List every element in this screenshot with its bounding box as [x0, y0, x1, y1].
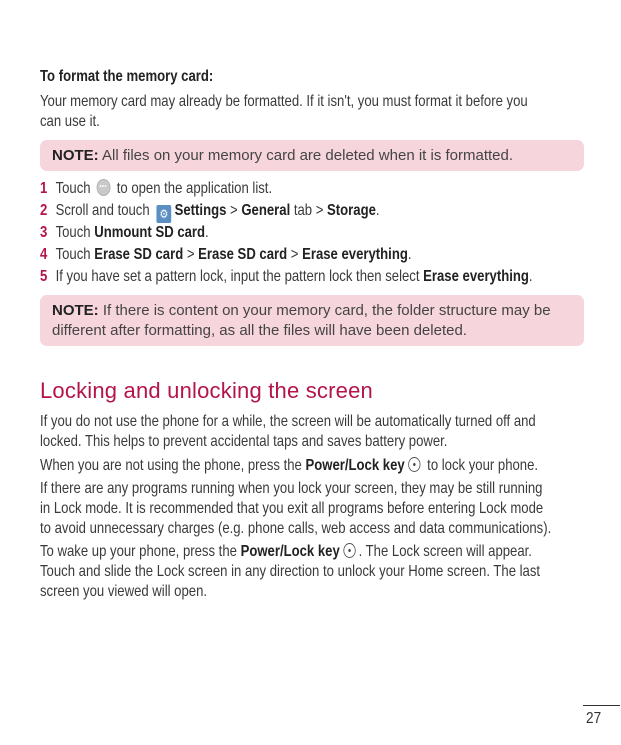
step-number: 5	[40, 268, 48, 285]
power-key-icon	[343, 543, 356, 558]
note-text-line-2: different after formatting, as all the f…	[52, 322, 467, 339]
note-text: All files on your memory card are delete…	[98, 147, 514, 164]
settings-icon: ⚙	[156, 205, 172, 223]
apps-icon	[96, 177, 111, 196]
step-number: 1	[40, 180, 48, 197]
step-2: 2 Scroll and touch ⚙ Settings > General ta…	[40, 202, 380, 223]
format-subheading: To format the memory card:	[40, 68, 214, 85]
step-number: 3	[40, 224, 48, 241]
note-label: NOTE:	[52, 302, 99, 319]
lock-p3-line-3: to avoid unnecessary charges (e.g. phone…	[40, 520, 552, 537]
note-box-folder-structure: NOTE: If there is content on your memory…	[40, 295, 584, 346]
power-key-icon	[407, 457, 421, 472]
step-3: 3 Touch Unmount SD card.	[40, 224, 209, 241]
section-title-locking: Locking and unlocking the screen	[40, 378, 373, 403]
lock-p4-line-3: screen you viewed will open.	[40, 583, 208, 600]
lock-p1-line-2: locked. This helps to prevent accidental…	[40, 433, 448, 450]
step-1: 1Touch to open the application list.	[40, 177, 272, 198]
step-number: 4	[40, 246, 48, 263]
format-intro-line-2: can use it.	[40, 113, 100, 130]
step-5: 5 If you have set a pattern lock, input t…	[40, 268, 533, 285]
note-box-files-deleted: NOTE: All files on your memory card are …	[40, 140, 584, 171]
lock-p1-line-1: If you do not use the phone for a while,…	[40, 413, 536, 430]
lock-p3-line-1: If there are any programs running when y…	[40, 480, 543, 497]
lock-p4-line-1: To wake up your phone, press the Power/L…	[40, 543, 532, 560]
format-intro-line-1: Your memory card may already be formatte…	[40, 93, 528, 110]
lock-p4-line-2: Touch and slide the Lock screen in any d…	[40, 563, 541, 580]
manual-page: To format the memory card: Your memory c…	[0, 0, 621, 745]
step-4: 4 Touch Erase SD card > Erase SD card > E…	[40, 246, 412, 263]
lock-p2: When you are not using the phone, press …	[40, 457, 539, 474]
note-label: NOTE:	[52, 147, 99, 164]
note-text-line-1: If there is content on your memory card,…	[98, 302, 551, 319]
page-number-rule	[583, 705, 620, 706]
page-number: 27	[586, 710, 602, 727]
step-number: 2	[40, 202, 48, 219]
lock-p3-line-2: in Lock mode. It is recommended that you…	[40, 500, 544, 517]
